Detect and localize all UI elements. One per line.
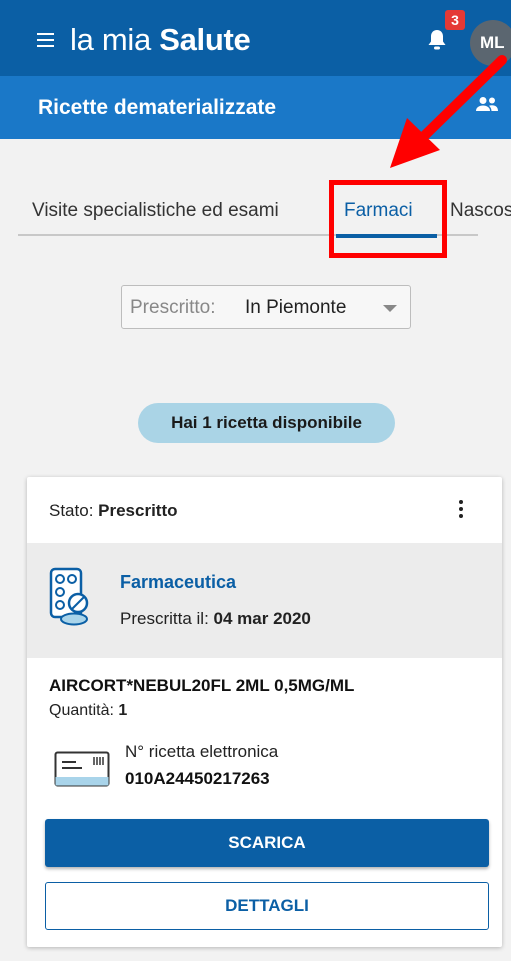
page-title: Ricette dematerializzate bbox=[38, 96, 277, 119]
tab-visite[interactable]: Visite specialistiche ed esami bbox=[32, 200, 279, 222]
hamburger-menu-icon[interactable] bbox=[37, 33, 54, 47]
prescribed-label: Prescritta il: bbox=[120, 609, 214, 628]
category-section: Farmaceutica Prescritta il: 04 mar 2020 bbox=[27, 543, 502, 658]
app-header: la mia Salute 3 ML bbox=[0, 0, 511, 76]
notification-badge: 3 bbox=[445, 10, 465, 30]
tab-nascoste[interactable]: Nascoste bbox=[450, 200, 511, 222]
details-button[interactable]: DETTAGLI bbox=[45, 882, 489, 930]
caret-down-icon bbox=[383, 305, 397, 312]
bell-icon[interactable] bbox=[426, 28, 448, 52]
brand-light: la mia bbox=[70, 22, 160, 57]
prescription-card: Stato: Prescritto Farmaceutica Prescritt… bbox=[27, 477, 502, 947]
quantity-value: 1 bbox=[118, 702, 128, 719]
quantity-label: Quantità: bbox=[49, 702, 119, 719]
electronic-prescription-icon bbox=[54, 751, 110, 787]
quantity: Quantità: 1 bbox=[49, 702, 127, 720]
more-options-icon[interactable] bbox=[458, 500, 464, 520]
app-brand: la mia Salute bbox=[70, 22, 251, 58]
available-count-pill: Hai 1 ricetta disponibile bbox=[138, 403, 395, 443]
prescribed-date-value: 04 mar 2020 bbox=[213, 609, 311, 628]
card-state: Stato: Prescritto bbox=[49, 501, 178, 521]
prescription-filter-select[interactable]: Prescritto: In Piemonte bbox=[121, 285, 411, 329]
annotation-highlight-box bbox=[329, 180, 447, 258]
page-subheader: Ricette dematerializzate bbox=[0, 76, 511, 139]
prescribed-date: Prescritta il: 04 mar 2020 bbox=[120, 609, 311, 629]
avatar[interactable]: ML bbox=[470, 20, 511, 66]
filter-label: Prescritto: bbox=[130, 297, 216, 318]
state-label: Stato: bbox=[49, 501, 99, 520]
rx-number: 010A24450217263 bbox=[125, 769, 270, 788]
brand-bold: Salute bbox=[159, 22, 251, 57]
filter-value: In Piemonte bbox=[245, 297, 347, 318]
state-value: Prescritto bbox=[98, 501, 178, 520]
rx-number-label: N° ricetta elettronica bbox=[125, 742, 279, 761]
people-icon[interactable] bbox=[475, 96, 499, 112]
drug-name: AIRCORT*NEBUL20FL 2ML 0,5MG/ML bbox=[49, 676, 355, 695]
category-title: Farmaceutica bbox=[120, 572, 237, 592]
download-button[interactable]: SCARICA bbox=[45, 819, 489, 867]
medicine-blister-icon bbox=[49, 567, 89, 626]
